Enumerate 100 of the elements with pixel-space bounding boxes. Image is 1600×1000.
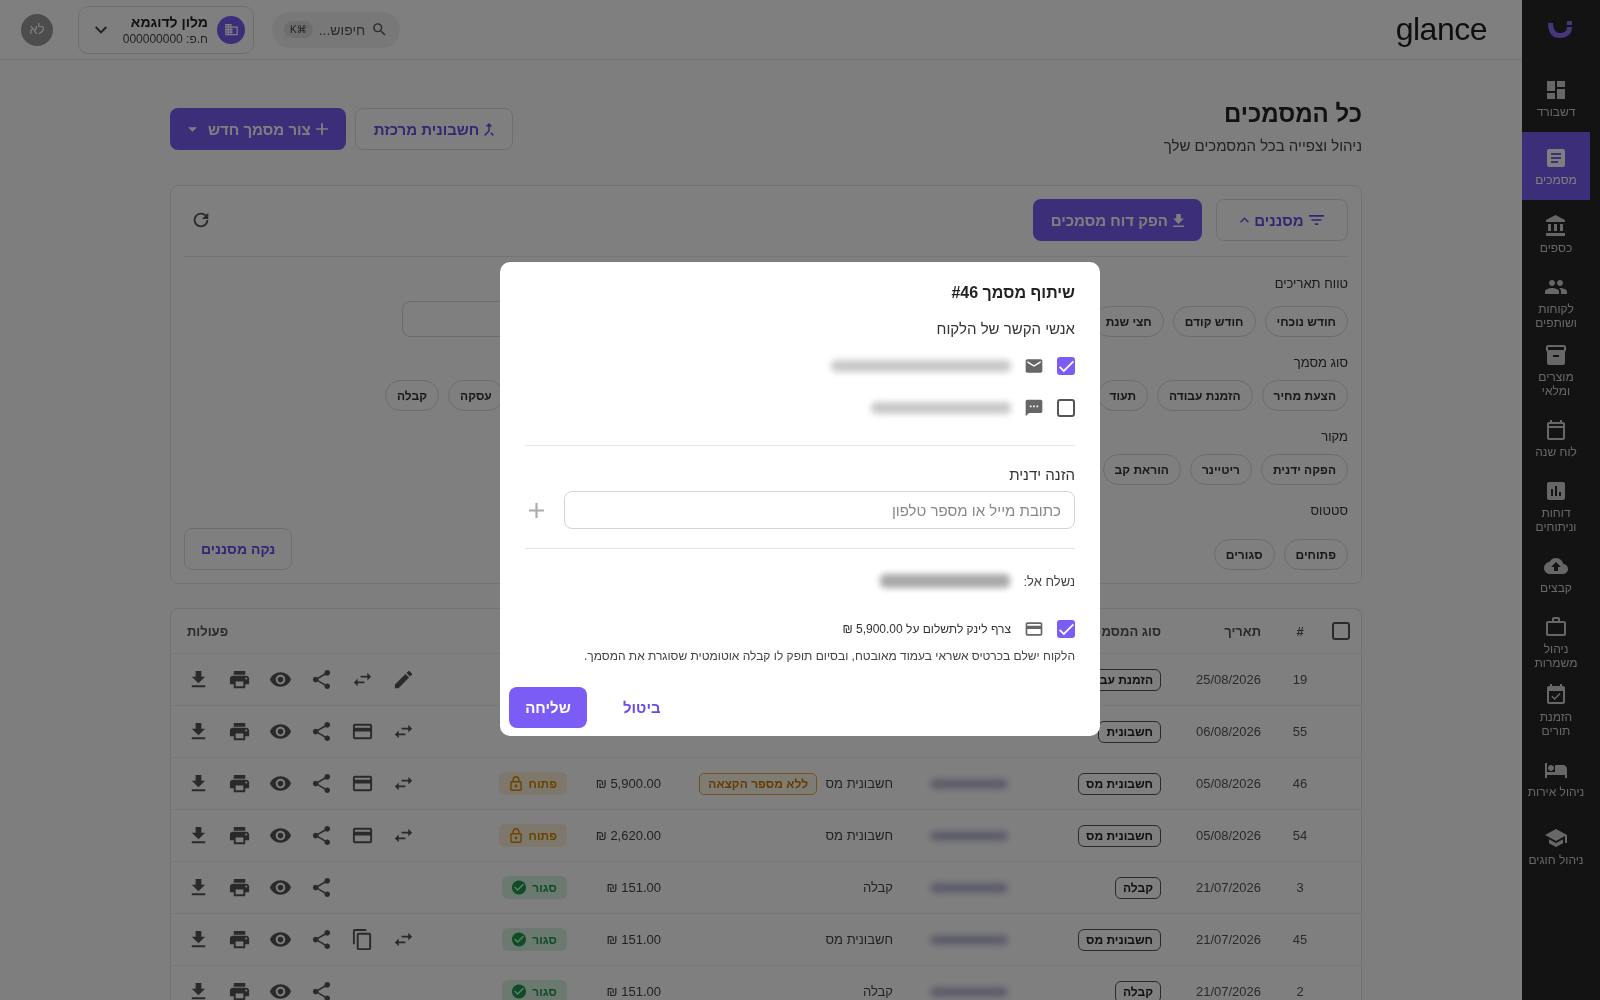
document-type-tag: חשבונית מס [1078,772,1161,795]
status-tag: פתוח [498,824,567,847]
filter-chip[interactable]: תעוד [1097,380,1148,411]
pencil-icon[interactable] [392,668,415,691]
shortcut-key: ⌘K [284,21,313,38]
column-header: פעולות [187,623,229,639]
filter-chip[interactable]: הוראת קב [1102,454,1181,485]
page-subtitle: ניהול וצפייה בכל המסמכים שלך [1163,137,1362,154]
filters-toggle-button[interactable]: מסננים [1216,199,1348,241]
business-selector[interactable]: מלון לדוגמא ח.פ: 000000000 [78,5,254,54]
checkbox[interactable] [1057,620,1075,638]
chevron-up-icon [1240,217,1250,223]
sidebar-item[interactable]: דשבורד [1522,64,1590,132]
bank-icon [1544,213,1568,238]
send-button[interactable]: שליחה [509,687,587,728]
table-cell: 45 [1292,932,1308,947]
table-cell: קבלה [862,880,893,895]
table-cell: 151.00 ₪ [606,984,661,999]
share-icon[interactable] [310,772,333,795]
sidebar-item[interactable]: כספים [1522,200,1590,268]
chat-bubble-icon [1024,398,1044,418]
sidebar-item[interactable]: דוחות וניתוחים [1522,472,1590,540]
sidebar-item[interactable]: ניהול משמרות [1522,608,1590,676]
chevron-down-icon [95,25,107,34]
filter-chip[interactable]: הצעת מחיר [1261,380,1348,411]
document-type-tag: חשבונית מס [1078,928,1161,951]
table-cell: 2 [1296,984,1304,999]
checkbox[interactable] [1057,399,1075,417]
filter-chip[interactable]: הזמנת עבודה [1157,380,1253,411]
table-cell: חשבונית מס [825,932,893,947]
mail-icon [1024,356,1044,376]
sidebar-item[interactable]: מוצרים ומלאי [1522,336,1590,404]
calendar-icon [1544,417,1568,442]
table-cell: 05/08/2026 [1195,828,1261,843]
filter-chip[interactable]: פתוחים [1283,539,1348,570]
copy-icon[interactable] [351,928,374,951]
filter-label: מקור [1321,429,1348,444]
sidebar-item[interactable]: הזמנת תורים [1522,676,1590,744]
printer-icon[interactable] [228,824,251,847]
filter-chip[interactable]: הפקה ידנית [1261,454,1348,485]
document-type-tag: חשבונית מס [1078,824,1161,847]
table-cell: 05/08/2026 [1195,776,1261,791]
sidebar-item[interactable]: לוח שנה [1522,404,1590,472]
table-cell: 21/07/2026 [1195,880,1261,895]
filter-chip[interactable]: חודש קודם [1172,306,1256,337]
contact-input-field[interactable]: כתובת מייל או מספר טלפון [564,491,1075,529]
section-label: הזנה ידנית [1008,466,1075,483]
plus-icon[interactable] [529,502,544,518]
filter-label: סטטוס [1310,503,1348,518]
archive-box-icon [1544,342,1568,367]
calendar-check-icon [1544,682,1568,707]
printer-icon[interactable] [228,772,251,795]
status-tag: פתוח [498,772,567,795]
plus-icon [315,123,328,135]
filter-label: סוג מסמך [1293,355,1348,370]
payment-note: הלקוח ישלם בכרטיס אשראי בעמוד מאובטח, ובסיום תופק לו קבלה אוטומטית שסוגרת את המסמך. [582,649,1075,663]
sidebar-item[interactable]: ניהול חוגים [1522,812,1590,880]
table-cell: 151.00 ₪ [606,880,661,895]
printer-icon[interactable] [228,928,251,951]
filter-chip[interactable]: חודש נוכחי [1264,306,1348,337]
page-title: כל המסמכים [1222,100,1362,128]
sidebar-item[interactable]: ניהול אירות [1522,744,1590,812]
share-icon[interactable] [310,668,333,691]
checkbox[interactable] [1057,357,1075,375]
new-document-button[interactable]: צור מסמך חדש [170,108,346,150]
clear-filters-button[interactable]: נקה מסננים [184,528,293,570]
share-icon[interactable] [310,824,333,847]
printer-icon[interactable] [228,980,251,1000]
table-cell: 25/08/2026 [1195,672,1261,687]
dialog-title: שיתוף מסמך #46 [950,284,1075,302]
table-cell: 21/07/2026 [1195,932,1261,947]
consolidated-invoice-button[interactable]: חשבונית מרכזת [354,108,514,150]
document-type-tag: קבלה [1114,980,1161,1000]
business-name: מלון לדוגמא [130,13,208,30]
filter-chip[interactable]: סגורים [1213,539,1275,570]
column-header: סוג המסמ [1101,623,1161,639]
select-all-checkbox[interactable] [1332,622,1350,640]
share-icon[interactable] [310,720,333,743]
share-icon[interactable] [310,876,333,899]
printer-icon[interactable] [228,720,251,743]
sidebar-item[interactable]: לקוחות ושותפים [1522,268,1590,336]
filter-chip[interactable]: קבלה [385,380,440,411]
sidebar-item[interactable]: מסמכים [1522,132,1590,200]
printer-icon[interactable] [228,668,251,691]
sidebar-item[interactable]: קבצים [1522,540,1590,608]
share-icon[interactable] [310,928,333,951]
table-cell: 2,620.00 ₪ [595,828,661,843]
merge-arrows-icon [484,122,495,136]
document-type-tag: קבלה [1114,876,1161,899]
section-label: אנשי הקשר של הלקוח [935,320,1075,337]
filter-icon [1308,215,1324,225]
report-button[interactable]: הפק דוח מסמכים [1032,199,1202,241]
lock-icon [508,776,523,791]
filter-chip[interactable]: ריטיינר [1189,454,1252,485]
cancel-button[interactable]: ביטול [615,693,669,722]
column-header: תאריך [1224,623,1261,639]
share-icon[interactable] [310,980,333,1000]
printer-icon[interactable] [228,876,251,899]
filter-label: טווח תאריכים [1274,276,1348,291]
column-header: # [1296,623,1304,639]
